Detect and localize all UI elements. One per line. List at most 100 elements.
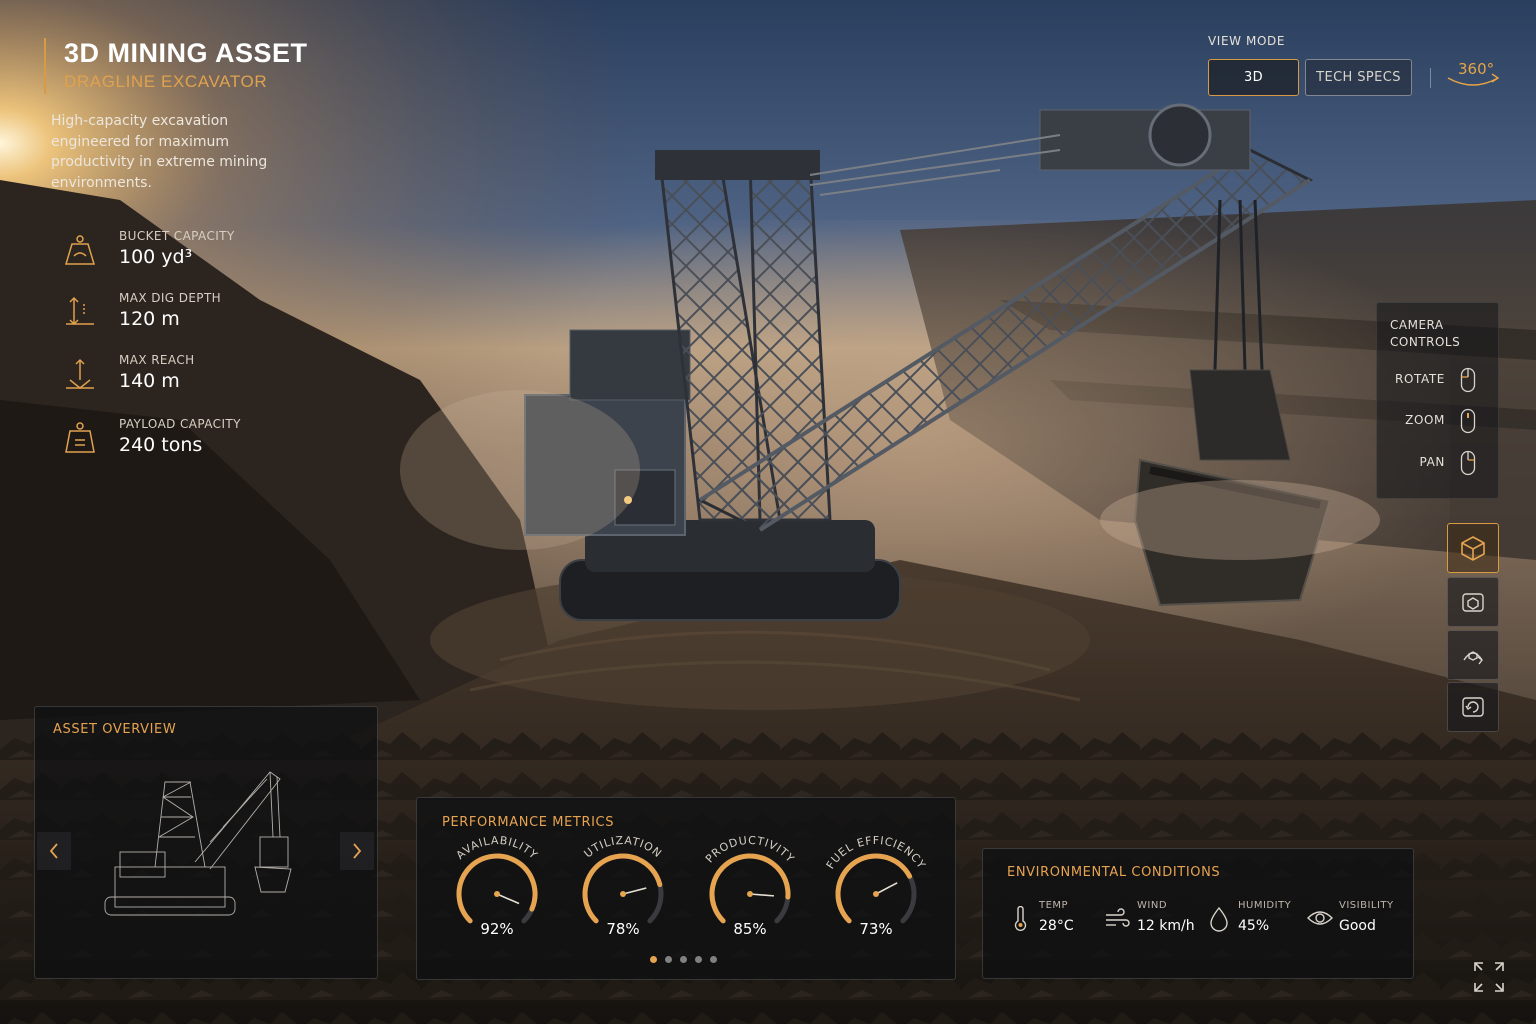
page-dot-1[interactable] bbox=[650, 956, 657, 963]
view-mode-3d-button[interactable]: 3D bbox=[1208, 59, 1299, 96]
view-mode-tech-specs-button[interactable]: TECH SPECS bbox=[1305, 59, 1412, 96]
env-value: 12 km/h bbox=[1137, 918, 1195, 934]
asset-overview-title: ASSET OVERVIEW bbox=[53, 722, 177, 737]
tool-box-view-button[interactable] bbox=[1447, 577, 1499, 627]
gauge-hub bbox=[620, 891, 626, 897]
camera-pan-control[interactable]: PAN bbox=[1377, 448, 1500, 478]
gauge-fuel-efficiency: FUEL EFFICIENCY 73% bbox=[816, 834, 936, 946]
env-wind: WIND 12 km/h bbox=[1104, 898, 1204, 938]
asset-next-button[interactable] bbox=[340, 832, 374, 870]
box-view-icon bbox=[1462, 593, 1484, 612]
mouse-right-icon bbox=[1460, 450, 1476, 476]
gauge-dial: FUEL EFFICIENCY bbox=[824, 834, 927, 924]
env-temp: TEMP 28°C bbox=[1010, 898, 1100, 938]
gauge-fill bbox=[582, 853, 663, 924]
gauge-availability: AVAILABILITY 92% bbox=[437, 834, 557, 946]
gauge-dial: AVAILABILITY bbox=[454, 834, 540, 924]
camera-rotate-control[interactable]: ROTATE bbox=[1377, 365, 1500, 395]
page-title: 3D MINING ASSET bbox=[64, 38, 308, 68]
page-dot-4[interactable] bbox=[695, 956, 702, 963]
camera-controls-title: CAMERA CONTROLS bbox=[1390, 318, 1461, 349]
spec-max-reach: MAX REACH 140 m bbox=[60, 352, 290, 402]
gauge-productivity: PRODUCTIVITY 85% bbox=[690, 834, 810, 946]
spec-value: 140 m bbox=[119, 370, 180, 392]
env-label: TEMP bbox=[1039, 900, 1069, 911]
humidity-icon bbox=[1210, 906, 1228, 932]
dig-depth-icon bbox=[66, 296, 94, 326]
spec-value: 100 yd³ bbox=[119, 246, 193, 268]
chevron-left-icon bbox=[49, 843, 58, 859]
gauge-hub bbox=[747, 891, 753, 897]
cube-icon bbox=[1461, 536, 1485, 561]
chevron-right-icon bbox=[353, 843, 362, 859]
orbit-icon bbox=[1463, 651, 1483, 665]
camera-zoom-control[interactable]: ZOOM bbox=[1377, 406, 1500, 436]
performance-metrics-title: PERFORMANCE METRICS bbox=[442, 815, 615, 830]
page-subtitle: DRAGLINE EXCAVATOR bbox=[64, 72, 268, 91]
spec-max-dig-depth: MAX DIG DEPTH 120 m bbox=[60, 290, 290, 340]
env-label: VISIBILITY bbox=[1339, 900, 1394, 911]
gauge-needle bbox=[749, 893, 774, 897]
dragline-wireframe-model[interactable] bbox=[95, 757, 295, 932]
camera-control-label: ZOOM bbox=[1405, 413, 1445, 427]
spec-label: BUCKET CAPACITY bbox=[119, 229, 235, 243]
mouse-left-icon bbox=[1460, 367, 1476, 393]
gauge-utilization: UTILIZATION 78% bbox=[563, 834, 683, 946]
page-dot-5[interactable] bbox=[710, 956, 717, 963]
spec-label: PAYLOAD CAPACITY bbox=[119, 417, 241, 431]
view-mode-divider bbox=[1430, 68, 1431, 88]
reach-icon bbox=[66, 358, 94, 389]
reset-view-icon bbox=[1462, 697, 1484, 717]
env-value: 45% bbox=[1238, 918, 1270, 934]
gauge-value: 78% bbox=[606, 920, 640, 938]
environmental-conditions-title: ENVIRONMENTAL CONDITIONS bbox=[1007, 865, 1221, 880]
env-label: WIND bbox=[1137, 900, 1168, 911]
env-visibility: VISIBILITY Good bbox=[1306, 898, 1406, 938]
spec-payload-capacity: PAYLOAD CAPACITY 240 tons bbox=[60, 416, 290, 466]
title-block: 3D MINING ASSET DRAGLINE EXCAVATOR bbox=[44, 38, 308, 94]
tool-reset-view-button[interactable] bbox=[1447, 682, 1499, 732]
gauge-hub bbox=[494, 891, 500, 897]
env-value: Good bbox=[1339, 918, 1376, 934]
page-dot-2[interactable] bbox=[665, 956, 672, 963]
camera-control-label: ROTATE bbox=[1395, 372, 1445, 386]
wind-icon bbox=[1106, 908, 1130, 927]
page-dot-3[interactable] bbox=[680, 956, 687, 963]
spec-label: MAX REACH bbox=[119, 353, 195, 367]
gauge-value: 85% bbox=[733, 920, 767, 938]
performance-pagination bbox=[650, 956, 717, 963]
gauge-label: PRODUCTIVITY bbox=[703, 836, 797, 865]
gauge-hub bbox=[873, 891, 879, 897]
gauge-needle bbox=[622, 887, 647, 895]
rotate-360-button[interactable]: 360° bbox=[1444, 58, 1502, 92]
gauge-dial: UTILIZATION bbox=[582, 834, 664, 924]
bucket-weight-icon bbox=[64, 235, 96, 265]
thermometer-icon bbox=[1014, 906, 1027, 931]
spec-value: 240 tons bbox=[119, 434, 203, 456]
asset-prev-button[interactable] bbox=[37, 832, 71, 870]
gauge-fill bbox=[456, 853, 538, 924]
camera-controls-panel: CAMERA CONTROLS ROTATE ZOOM PAN bbox=[1376, 302, 1499, 499]
camera-control-label: PAN bbox=[1419, 455, 1445, 469]
gauge-dial: PRODUCTIVITY bbox=[703, 834, 797, 924]
spec-value: 120 m bbox=[119, 308, 180, 330]
gauge-needle bbox=[496, 893, 520, 905]
gauge-fill bbox=[835, 853, 913, 924]
spec-label: MAX DIG DEPTH bbox=[119, 291, 222, 305]
tool-3d-cube-button[interactable] bbox=[1447, 523, 1499, 573]
gauge-value: 92% bbox=[480, 920, 514, 938]
gauge-value: 73% bbox=[859, 920, 893, 938]
fullscreen-icon[interactable] bbox=[1472, 960, 1506, 994]
mouse-scroll-icon bbox=[1460, 408, 1476, 434]
gauge-needle bbox=[875, 882, 898, 895]
tool-orbit-button[interactable] bbox=[1447, 630, 1499, 680]
asset-description: High-capacity excavation engineered for … bbox=[51, 113, 268, 191]
spec-bucket-capacity: BUCKET CAPACITY 100 yd³ bbox=[60, 228, 290, 278]
env-label: HUMIDITY bbox=[1238, 900, 1292, 911]
rotate-360-label: 360° bbox=[1458, 60, 1495, 78]
asset-overview-panel: ASSET OVERVIEW bbox=[34, 706, 378, 979]
env-value: 28°C bbox=[1039, 918, 1074, 934]
view-mode-label: VIEW MODE bbox=[1208, 34, 1286, 48]
visibility-icon bbox=[1307, 911, 1333, 925]
payload-icon bbox=[65, 422, 95, 453]
